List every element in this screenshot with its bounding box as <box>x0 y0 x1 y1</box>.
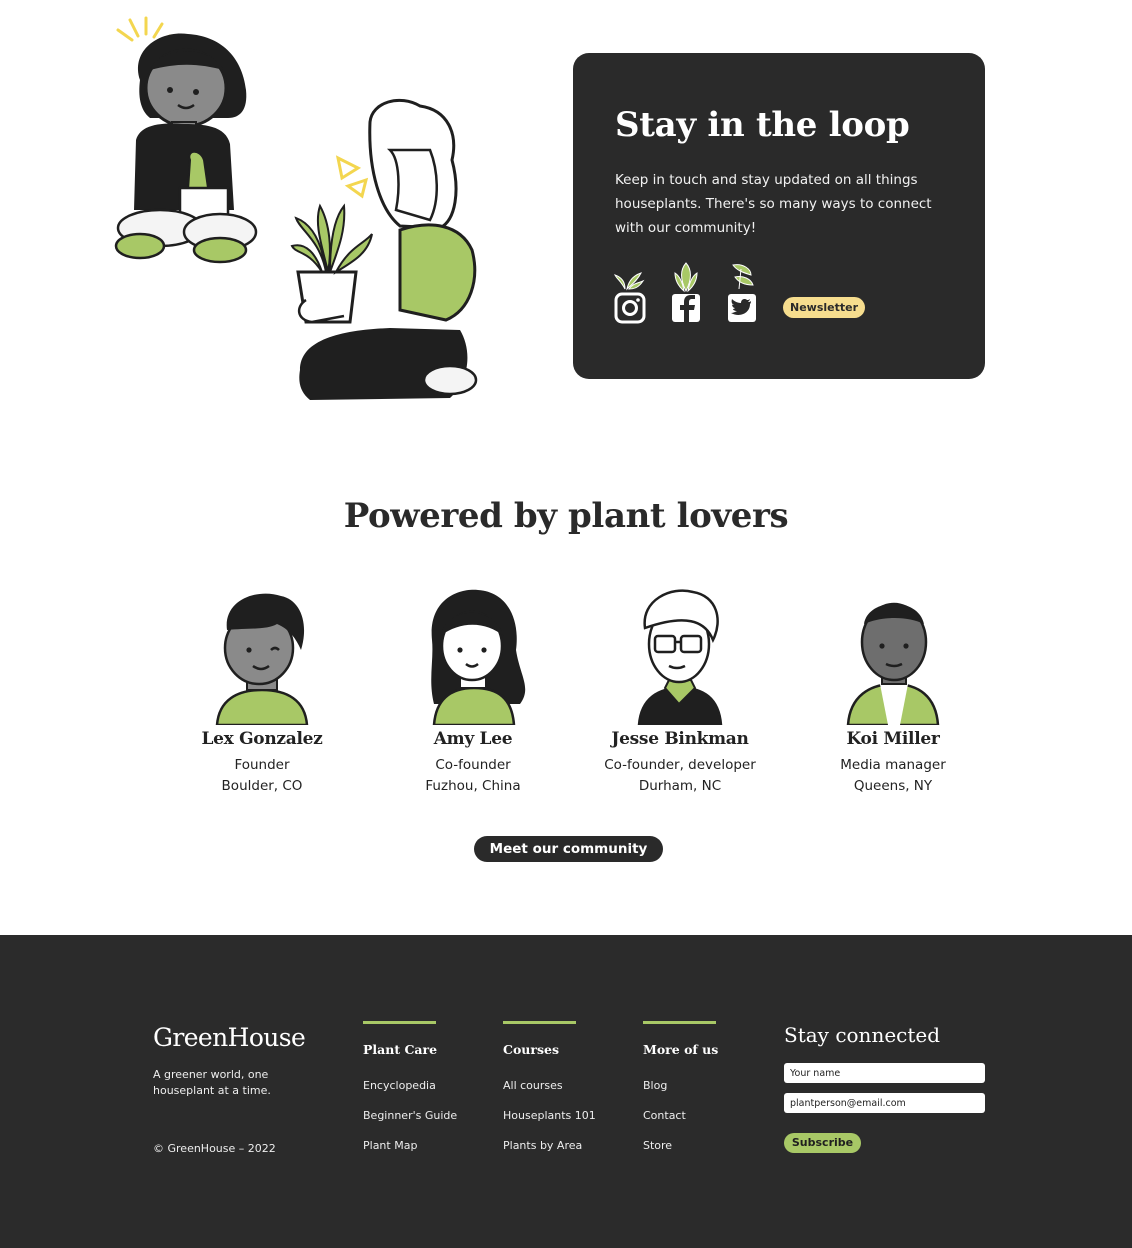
email-input[interactable] <box>784 1093 985 1113</box>
footer-column-heading: Courses <box>503 1042 559 1057</box>
kneeling-person-illustration <box>290 98 478 400</box>
lex-gonzalez-portrait <box>215 593 309 725</box>
hero-illustration <box>114 16 478 400</box>
footer-copyright: © GreenHouse – 2022 <box>153 1142 276 1155</box>
loop-title: Stay in the loop <box>615 105 910 145</box>
member-name: Amy Lee <box>433 729 513 749</box>
team-member-card: Koi Miller Media manager Queens, NY <box>793 580 993 797</box>
footer-link-store[interactable]: Store <box>643 1131 773 1161</box>
triangle-accent-icon <box>335 155 369 199</box>
member-location: Queens, NY <box>853 778 933 794</box>
member-role: Co-founder, developer <box>604 757 756 773</box>
footer-column-heading: More of us <box>643 1042 719 1057</box>
team-section-title: Powered by plant lovers <box>343 496 789 536</box>
footer-column-courses: Courses All courses Houseplants 101 Plan… <box>503 1021 633 1161</box>
subscribe-button[interactable]: Subscribe <box>784 1133 861 1153</box>
column-accent-bar <box>643 1021 716 1024</box>
member-name: Lex Gonzalez <box>201 729 323 749</box>
site-footer: GreenHouse A greener world, one housepla… <box>0 935 1132 1248</box>
footer-link-plants-by-area[interactable]: Plants by Area <box>503 1131 633 1161</box>
footer-link-encyclopedia[interactable]: Encyclopedia <box>363 1071 493 1101</box>
member-location: Boulder, CO <box>221 778 303 794</box>
footer-link-blog[interactable]: Blog <box>643 1071 773 1101</box>
koi-miller-portrait <box>846 602 940 725</box>
amy-lee-portrait <box>431 589 526 725</box>
meet-community-button[interactable]: Meet our community <box>474 836 663 862</box>
twitter-link[interactable] <box>725 261 759 325</box>
column-accent-bar <box>503 1021 576 1024</box>
footer-column-plant-care: Plant Care Encyclopedia Beginner's Guide… <box>363 1021 493 1161</box>
member-role: Founder <box>234 757 290 773</box>
stay-connected-title: Stay connected <box>784 1023 941 1047</box>
team-member-card: Jesse Binkman Co-founder, developer Durh… <box>580 580 780 797</box>
stay-in-loop-card: Stay in the loop Keep in touch and stay … <box>573 53 985 379</box>
facebook-icon <box>672 262 700 322</box>
column-accent-bar <box>363 1021 436 1024</box>
member-role: Media manager <box>840 757 946 773</box>
jesse-binkman-portrait <box>637 589 723 725</box>
footer-link-houseplants-101[interactable]: Houseplants 101 <box>503 1101 633 1131</box>
member-name: Koi Miller <box>846 729 940 749</box>
instagram-icon <box>614 272 646 324</box>
member-location: Durham, NC <box>638 778 722 794</box>
member-name: Jesse Binkman <box>611 729 749 749</box>
instagram-link[interactable] <box>613 261 647 325</box>
newsletter-button[interactable]: Newsletter <box>783 297 865 318</box>
team-member-card: Lex Gonzalez Founder Boulder, CO <box>162 580 362 797</box>
sitting-person-illustration <box>114 33 258 264</box>
team-member-card: Amy Lee Co-founder Fuzhou, China <box>373 580 573 797</box>
facebook-link[interactable] <box>669 261 703 325</box>
member-location: Fuzhou, China <box>425 778 521 794</box>
footer-link-all-courses[interactable]: All courses <box>503 1071 633 1101</box>
footer-column-more-of-us: More of us Blog Contact Store <box>643 1021 773 1161</box>
footer-link-contact[interactable]: Contact <box>643 1101 773 1131</box>
footer-tagline: A greener world, one houseplant at a tim… <box>153 1068 271 1097</box>
loop-description: Keep in touch and stay updated on all th… <box>615 172 932 236</box>
name-input[interactable] <box>784 1063 985 1083</box>
footer-link-plant-map[interactable]: Plant Map <box>363 1131 493 1161</box>
footer-link-beginners-guide[interactable]: Beginner's Guide <box>363 1101 493 1131</box>
member-role: Co-founder <box>435 757 511 773</box>
twitter-icon <box>728 264 756 322</box>
footer-column-heading: Plant Care <box>363 1042 438 1057</box>
greenhouse-logo[interactable]: GreenHouse <box>153 1023 306 1052</box>
